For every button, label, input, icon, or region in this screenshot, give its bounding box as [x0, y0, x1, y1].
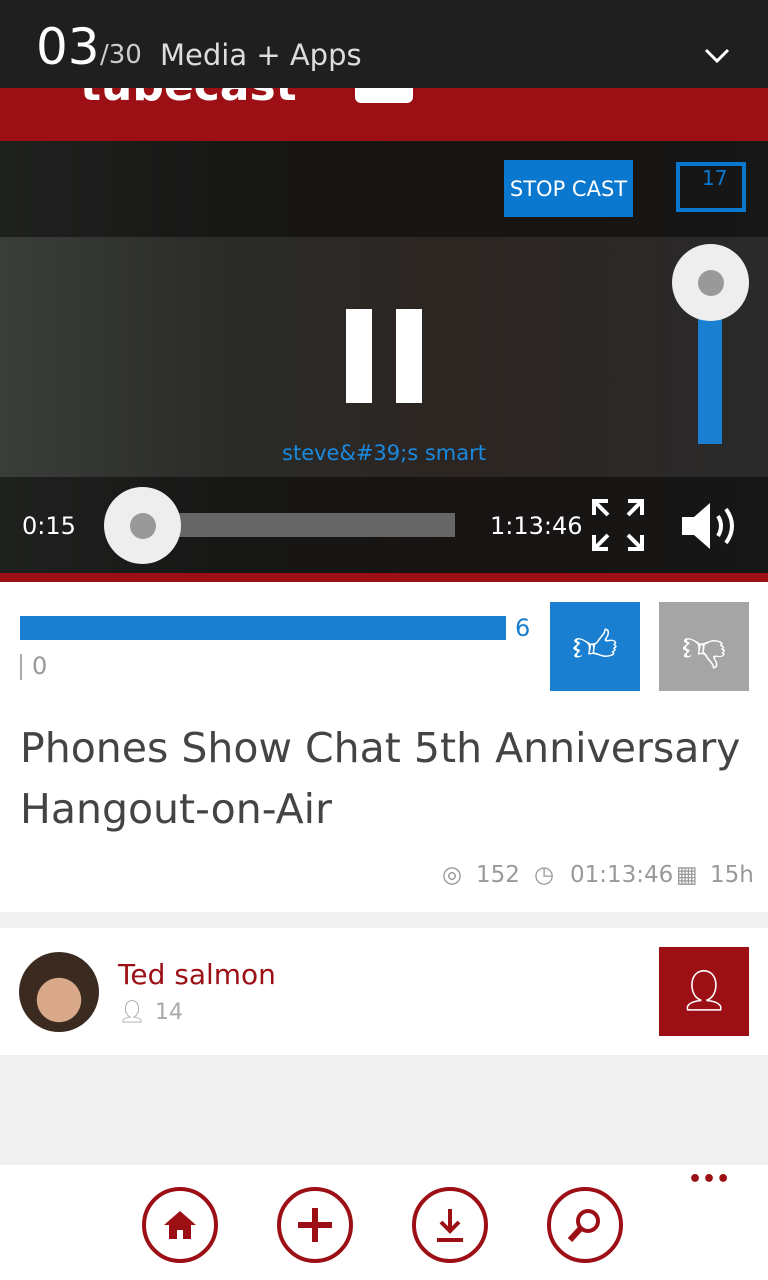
duration: 1:13:46	[490, 512, 583, 540]
cast-count: 17	[702, 166, 728, 190]
app-bar: •••	[0, 1165, 768, 1280]
total-count: /30	[100, 40, 142, 70]
dislike-count: 0	[32, 652, 48, 680]
fullscreen-icon[interactable]	[592, 499, 644, 551]
avatar[interactable]	[19, 952, 99, 1032]
person-icon: 👤︎	[118, 1000, 146, 1025]
more-button[interactable]: •••	[688, 1167, 730, 1192]
subscriber-count: 14	[155, 1000, 183, 1025]
views-icon: ◎	[442, 862, 463, 888]
view-count: 152	[476, 862, 520, 888]
status-header: 03 /30 Media + Apps	[0, 0, 768, 88]
thumbs-up-icon: 👍︎	[572, 621, 618, 672]
volume-thumb[interactable]	[672, 244, 749, 321]
like-button[interactable]: 👍︎	[550, 602, 640, 691]
video-title: Phones Show Chat 5th Anniversary Hangout…	[20, 724, 741, 833]
add-button[interactable]	[277, 1187, 353, 1263]
cast-icon[interactable]: 17	[676, 162, 746, 212]
youtube-icon[interactable]	[355, 88, 413, 103]
thumbs-down-icon: 👎︎	[681, 621, 727, 672]
stop-cast-button[interactable]: STOP CAST	[504, 160, 633, 217]
caption: steve&#39;s smart	[282, 441, 486, 465]
video-age: 15h	[710, 862, 754, 888]
calendar-icon: ▦	[676, 862, 698, 888]
pause-icon-bar	[396, 309, 422, 403]
channel-card[interactable]: Ted salmon 👤︎ 14 👤︎	[0, 928, 768, 1055]
app-header: tubecast	[0, 88, 768, 141]
video-player[interactable]: STOP CAST 17 steve&#39;s smart 0:15 1:13…	[0, 141, 768, 573]
seek-bar[interactable]	[140, 513, 455, 537]
pause-icon[interactable]	[346, 309, 372, 403]
home-icon	[164, 1211, 196, 1239]
channel-name[interactable]: Ted salmon	[118, 958, 276, 991]
current-index: 03	[36, 18, 100, 76]
app-logo: tubecast	[80, 88, 297, 111]
seek-thumb[interactable]	[104, 487, 181, 564]
volume-icon[interactable]	[680, 501, 740, 551]
plus-icon	[298, 1208, 332, 1242]
video-length: 01:13:46	[570, 862, 674, 888]
header-title: Media + Apps	[160, 38, 362, 72]
dislike-button[interactable]: 👎︎	[659, 602, 749, 691]
search-icon	[567, 1209, 600, 1243]
subscribe-button[interactable]: 👤︎	[659, 947, 749, 1036]
elapsed-time: 0:15	[22, 512, 76, 540]
home-button[interactable]	[142, 1187, 218, 1263]
clock-icon: ◷	[534, 862, 555, 888]
chevron-down-icon[interactable]	[704, 48, 730, 64]
search-button[interactable]	[547, 1187, 623, 1263]
add-person-icon: 👤︎	[678, 968, 730, 1014]
like-count: 6	[515, 614, 531, 642]
download-button[interactable]	[412, 1187, 488, 1263]
like-bar	[20, 616, 506, 640]
download-icon	[437, 1209, 463, 1242]
